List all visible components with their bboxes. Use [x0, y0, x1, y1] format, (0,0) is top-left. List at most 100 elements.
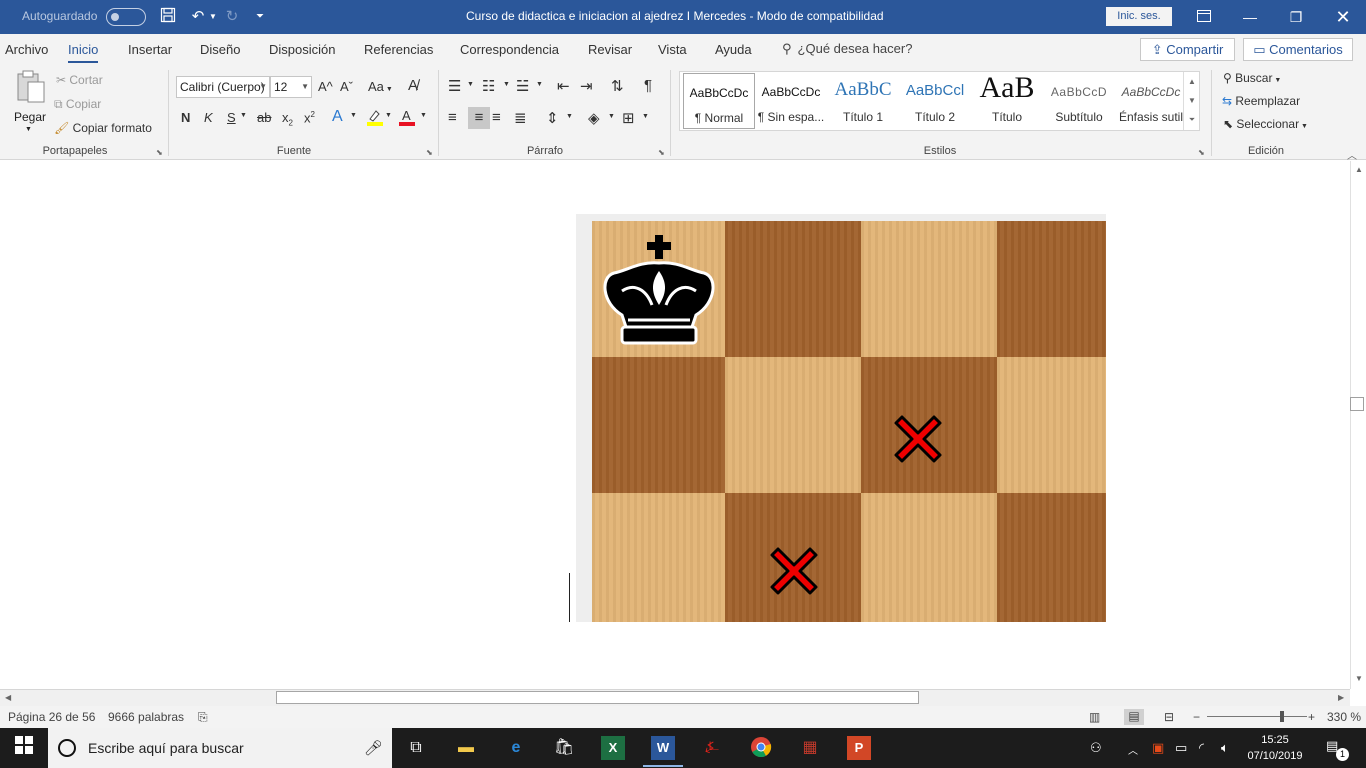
- file-explorer-icon[interactable]: ▬: [454, 736, 478, 760]
- subscript-button[interactable]: x2: [282, 110, 293, 128]
- office-icon[interactable]: ▣: [1152, 740, 1164, 756]
- word-icon[interactable]: W: [651, 736, 675, 760]
- borders-icon[interactable]: ⊞: [622, 109, 635, 127]
- volume-icon[interactable]: 🔈︎: [1221, 740, 1229, 756]
- winrar-icon[interactable]: ▦: [798, 736, 822, 760]
- italic-button[interactable]: K: [204, 110, 213, 125]
- chevron-down-icon[interactable]: ▼: [566, 113, 573, 120]
- ribbon-display-options-icon[interactable]: [1181, 0, 1227, 34]
- people-icon[interactable]: ⚇: [1090, 740, 1102, 756]
- taskbar-search-box[interactable]: Escribe aquí para buscar 🎤︎: [48, 728, 392, 768]
- find-button[interactable]: ⚲ Buscar ▼: [1223, 71, 1281, 85]
- close-icon[interactable]: ✕: [1320, 0, 1366, 34]
- zoom-level[interactable]: 330 %: [1327, 710, 1361, 724]
- scroll-up-icon[interactable]: ▲: [1355, 165, 1363, 174]
- tell-me-search[interactable]: ⚲ ¿Qué desea hacer?: [782, 41, 912, 57]
- paste-button[interactable]: Pegar ▼: [12, 70, 48, 136]
- chevron-down-icon[interactable]: ▼: [503, 81, 510, 88]
- cut-button[interactable]: ✂ Cortar: [56, 73, 103, 87]
- microphone-icon[interactable]: 🎤︎: [364, 739, 383, 757]
- acrobat-icon[interactable]: ⍼: [700, 736, 724, 760]
- zoom-slider[interactable]: [1207, 716, 1307, 717]
- document-page[interactable]: [0, 161, 1350, 689]
- zoom-slider-knob[interactable]: [1280, 711, 1284, 722]
- text-effects-icon[interactable]: A: [332, 108, 343, 126]
- copy-button[interactable]: ⧉ Copiar: [54, 97, 101, 112]
- taskbar-clock[interactable]: 15:25 07/10/2019: [1244, 732, 1306, 764]
- align-left-icon[interactable]: ≡: [448, 109, 457, 126]
- scroll-left-icon[interactable]: ◀: [5, 693, 11, 702]
- style-enfasis-sutil[interactable]: AaBbCcDc Énfasis sutil: [1115, 73, 1187, 129]
- style-titulo-2[interactable]: AaBbCcl Título 2: [899, 73, 971, 129]
- chevron-down-icon[interactable]: ▼: [240, 112, 247, 119]
- scroll-right-icon[interactable]: ▶: [1338, 693, 1344, 702]
- superscript-button[interactable]: x2: [304, 110, 315, 125]
- page-count[interactable]: Página 26 de 56: [8, 710, 95, 724]
- select-button[interactable]: ⬉ Seleccionar ▼: [1223, 117, 1308, 131]
- autosave-toggle[interactable]: [106, 8, 146, 26]
- paragraph-dialog-launcher-icon[interactable]: ⬊: [658, 148, 665, 157]
- show-hidden-icons[interactable]: ︿: [1128, 742, 1138, 757]
- more-styles-icon[interactable]: ⏷: [1184, 110, 1200, 129]
- tab-inicio[interactable]: Inicio: [68, 42, 99, 63]
- increase-indent-icon[interactable]: ⇥: [580, 77, 593, 95]
- sign-in-button[interactable]: Inic. ses.: [1106, 7, 1172, 26]
- edge-browser-icon[interactable]: e: [504, 736, 528, 760]
- chevron-down-icon[interactable]: ▼: [385, 112, 392, 119]
- decrease-indent-icon[interactable]: ⇤: [557, 77, 570, 95]
- tab-correspondencia[interactable]: Correspondencia: [460, 42, 559, 57]
- web-layout-icon[interactable]: ⊟: [1164, 710, 1174, 724]
- show-formatting-button[interactable]: ¶: [644, 77, 652, 94]
- font-size-combo[interactable]: 12 ▼: [270, 76, 312, 98]
- scroll-down-icon[interactable]: ▼: [1355, 674, 1363, 683]
- wifi-icon[interactable]: ◜: [1199, 740, 1204, 756]
- customize-quick-access-icon[interactable]: ⏷: [250, 7, 270, 27]
- change-case-button[interactable]: Aa ▼: [368, 79, 393, 94]
- font-name-combo[interactable]: Calibri (Cuerpo) ▼: [176, 76, 270, 98]
- chevron-down-icon[interactable]: ▼: [350, 112, 357, 119]
- proofing-icon[interactable]: ⎘: [198, 710, 208, 725]
- bold-button[interactable]: N: [181, 110, 190, 125]
- clear-formatting-icon[interactable]: A̸: [408, 77, 418, 94]
- restore-icon[interactable]: ❐: [1273, 0, 1319, 34]
- replace-button[interactable]: ⇆ Reemplazar: [1222, 94, 1300, 108]
- undo-dropdown-icon[interactable]: ▼: [203, 7, 223, 27]
- highlight-icon[interactable]: [366, 108, 384, 129]
- powerpoint-icon[interactable]: P: [847, 736, 871, 760]
- clipboard-dialog-launcher-icon[interactable]: ⬊: [156, 148, 163, 157]
- underline-button[interactable]: S: [227, 110, 236, 125]
- tab-referencias[interactable]: Referencias: [364, 42, 433, 57]
- redo-icon[interactable]: ↻: [222, 7, 242, 27]
- shrink-font-button[interactable]: Aˇ: [340, 79, 353, 94]
- excel-icon[interactable]: X: [601, 736, 625, 760]
- justify-icon[interactable]: ≣: [514, 109, 527, 127]
- chevron-down-icon[interactable]: ▼: [642, 113, 649, 120]
- style-titulo[interactable]: AaB Título: [971, 73, 1043, 129]
- tab-archivo[interactable]: Archivo: [5, 42, 48, 57]
- style-subtitulo[interactable]: AaBbCcD Subtítulo: [1043, 73, 1115, 129]
- print-layout-icon[interactable]: ▤: [1124, 709, 1144, 725]
- multilevel-list-icon[interactable]: ☱: [516, 77, 529, 95]
- tab-insertar[interactable]: Insertar: [128, 42, 172, 57]
- minimize-icon[interactable]: —: [1227, 0, 1273, 34]
- numbering-icon[interactable]: ☷: [482, 77, 495, 95]
- align-right-icon[interactable]: ≡: [492, 109, 501, 126]
- share-button[interactable]: ⇪ Compartir: [1140, 38, 1235, 61]
- scroll-down-icon[interactable]: ▼: [1184, 91, 1200, 110]
- format-painter-button[interactable]: 🖌 Copiar formato: [54, 121, 152, 135]
- chrome-icon[interactable]: [749, 736, 773, 760]
- align-center-icon[interactable]: ≡: [468, 107, 490, 129]
- sort-icon[interactable]: ⇅: [611, 77, 624, 95]
- chevron-down-icon[interactable]: ▼: [608, 113, 615, 120]
- horizontal-scroll-thumb[interactable]: [276, 691, 919, 704]
- vertical-scroll-thumb[interactable]: [1350, 397, 1364, 411]
- style-normal[interactable]: AaBbCcDc ¶ Normal: [683, 73, 755, 129]
- battery-icon[interactable]: ▭: [1175, 740, 1187, 756]
- grow-font-button[interactable]: A^: [318, 79, 333, 94]
- read-mode-icon[interactable]: ▥: [1089, 710, 1100, 724]
- styles-dialog-launcher-icon[interactable]: ⬊: [1198, 148, 1205, 157]
- chevron-down-icon[interactable]: ▼: [420, 112, 427, 119]
- chevron-down-icon[interactable]: ▼: [536, 81, 543, 88]
- line-spacing-icon[interactable]: ⇕: [546, 109, 559, 127]
- style-sin-espaciado[interactable]: AaBbCcDc ¶ Sin espa...: [755, 73, 827, 129]
